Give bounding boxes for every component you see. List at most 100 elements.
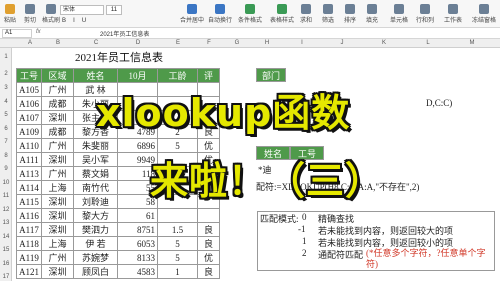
table-cell[interactable] <box>197 208 220 223</box>
table-cell[interactable]: 刘聆迪 <box>73 194 118 209</box>
table-cell[interactable]: 5 <box>157 250 198 265</box>
table-cell[interactable]: 4583 <box>117 264 158 279</box>
table-cell[interactable]: A110 <box>16 138 42 153</box>
table-cell[interactable]: 良 <box>197 222 220 237</box>
merge-center-button[interactable]: 合并居中 <box>180 3 204 25</box>
table-cell[interactable]: A117 <box>16 222 42 237</box>
row-header[interactable]: 3 <box>0 85 12 91</box>
col-header-j[interactable]: J <box>322 39 362 48</box>
col-header-region[interactable]: 区域 <box>41 68 74 83</box>
dept-header-cell[interactable]: 部门 <box>256 68 286 82</box>
fill-button[interactable]: 填充 <box>366 3 378 25</box>
cut-button[interactable]: 剪切 <box>24 3 36 25</box>
table-cell[interactable]: 6053 <box>117 236 158 251</box>
table-cell[interactable]: 伊 若 <box>73 236 118 251</box>
row-header[interactable]: 8 <box>0 153 12 159</box>
col-header-a[interactable]: A <box>18 39 42 48</box>
sum-button[interactable]: 求和 <box>300 3 312 25</box>
table-cell[interactable]: 深圳 <box>41 208 74 223</box>
format-painter-button[interactable]: 格式刷 <box>42 3 60 25</box>
cell-button[interactable]: 单元格 <box>390 3 408 25</box>
table-cell[interactable]: 成都 <box>41 124 74 139</box>
row-col-button[interactable]: 行和列 <box>416 3 434 25</box>
table-cell[interactable]: A119 <box>16 250 42 265</box>
freeze-panes-button[interactable]: 冻结窗格 <box>472 3 496 25</box>
table-cell[interactable]: 深圳 <box>41 222 74 237</box>
table-cell[interactable]: 1.5 <box>157 222 198 237</box>
row-header[interactable]: 16 <box>0 261 12 267</box>
col-header-h[interactable]: H <box>252 39 282 48</box>
table-cell[interactable]: 广州 <box>41 250 74 265</box>
font-name-select[interactable]: 宋体 <box>60 5 104 15</box>
table-cell[interactable]: 上海 <box>41 236 74 251</box>
table-cell[interactable]: 樊泗力 <box>73 222 118 237</box>
table-cell[interactable]: 成都 <box>41 96 74 111</box>
col-header-f[interactable]: F <box>198 39 220 48</box>
table-cell[interactable]: 南竹代 <box>73 180 118 195</box>
col-header-m[interactable]: M <box>450 39 494 48</box>
table-cell[interactable]: A107 <box>16 110 42 125</box>
col-header-c[interactable]: C <box>74 39 118 48</box>
sheet-title[interactable]: 2021年员工信息表 <box>16 48 222 68</box>
table-cell[interactable]: A105 <box>16 82 42 97</box>
table-cell[interactable]: 良 <box>197 236 220 251</box>
table-cell[interactable]: 上海 <box>41 180 74 195</box>
table-cell[interactable]: A118 <box>16 236 42 251</box>
row-header[interactable]: 17 <box>0 274 12 280</box>
table-cell[interactable]: 良 <box>197 264 220 279</box>
row-header[interactable]: 11 <box>0 193 12 199</box>
italic-button[interactable]: I <box>70 17 78 25</box>
formula-text-top[interactable]: D,C:C) <box>426 98 452 108</box>
table-cell[interactable]: 优 <box>197 250 220 265</box>
row-header[interactable]: 4 <box>0 99 12 105</box>
col-header-seniority[interactable]: 工龄 <box>157 68 198 83</box>
table-cell[interactable]: A121 <box>16 264 42 279</box>
sort-button[interactable]: 排序 <box>344 3 356 25</box>
table-cell[interactable]: 8133 <box>117 250 158 265</box>
name-box[interactable]: A1 <box>2 29 32 38</box>
table-cell[interactable]: 1 <box>157 264 198 279</box>
table-cell[interactable]: A116 <box>16 208 42 223</box>
col-header-i[interactable]: I <box>282 39 322 48</box>
conditional-format-button[interactable]: 条件格式 <box>238 3 262 25</box>
col-header-b[interactable]: B <box>42 39 74 48</box>
table-cell[interactable]: 广州 <box>41 138 74 153</box>
row-header[interactable]: 5 <box>0 112 12 118</box>
row-header[interactable]: 1 <box>0 54 12 60</box>
col-header-name[interactable]: 姓名 <box>73 68 118 83</box>
col-header-e[interactable]: E <box>158 39 198 48</box>
table-style-button[interactable]: 表格样式 <box>270 3 294 25</box>
col-header-id[interactable]: 工号 <box>16 68 42 83</box>
table-cell[interactable]: 深圳 <box>41 194 74 209</box>
row-header[interactable]: 13 <box>0 220 12 226</box>
table-cell[interactable]: 蔡文娟 <box>73 166 118 181</box>
table-cell[interactable]: 61 <box>117 208 158 223</box>
table-cell[interactable]: 广州 <box>41 82 74 97</box>
row-header[interactable]: 9 <box>0 166 12 172</box>
table-cell[interactable]: A114 <box>16 180 42 195</box>
wrap-text-button[interactable]: 自动换行 <box>208 3 232 25</box>
table-cell[interactable]: 8751 <box>117 222 158 237</box>
formula-input[interactable]: 2021年员工信息表 <box>100 29 149 38</box>
font-size-select[interactable]: 11 <box>106 5 122 15</box>
table-cell[interactable]: 5 <box>157 236 198 251</box>
worksheet-button[interactable]: 工作表 <box>444 3 462 25</box>
bold-button[interactable]: B <box>60 17 68 25</box>
col-header-g[interactable]: G <box>222 39 252 48</box>
table-cell[interactable] <box>157 208 198 223</box>
table-cell[interactable]: A109 <box>16 124 42 139</box>
underline-button[interactable]: U <box>80 17 88 25</box>
row-header[interactable]: 7 <box>0 139 12 145</box>
table-cell[interactable]: 朱斐丽 <box>73 138 118 153</box>
fx-icon[interactable]: fx <box>36 29 41 35</box>
row-header[interactable]: 6 <box>0 126 12 132</box>
table-cell[interactable]: A115 <box>16 194 42 209</box>
table-cell[interactable]: 顾凤白 <box>73 264 118 279</box>
row-header[interactable]: 2 <box>0 71 12 77</box>
row-header[interactable]: 12 <box>0 207 12 213</box>
table-cell[interactable]: 吴小军 <box>73 152 118 167</box>
paste-button[interactable]: 粘贴 <box>4 3 16 25</box>
col-header-k[interactable]: K <box>362 39 406 48</box>
filter-button[interactable]: 筛选 <box>322 3 334 25</box>
table-cell[interactable]: 深圳 <box>41 264 74 279</box>
